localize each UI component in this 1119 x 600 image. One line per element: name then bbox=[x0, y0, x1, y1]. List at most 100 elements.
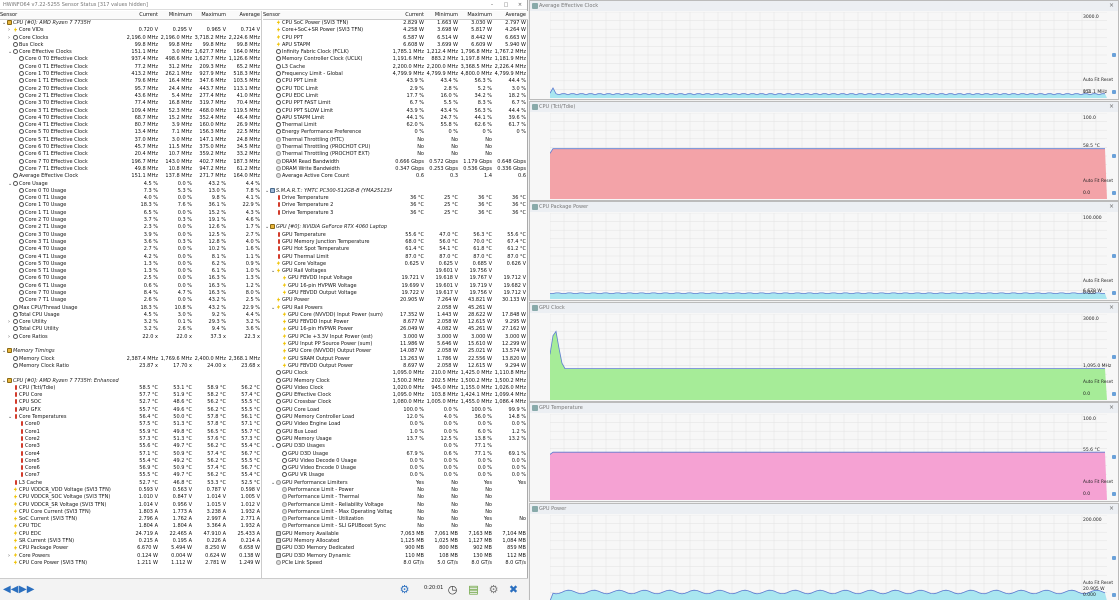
sensor-row[interactable]: Core 0 T0 Usage 7.3 % 5.3 % 13.0 % 7.8 % bbox=[0, 188, 261, 195]
sensor-row[interactable]: Core6 56.9 °C 50.9 °C 57.4 °C 56.7 °C bbox=[0, 465, 261, 472]
sensor-row[interactable]: CPU VDDCR_SOC Voltage (SVI3 TFN) 1.010 V0… bbox=[0, 494, 261, 501]
auto-fit-button[interactable]: Auto Fit bbox=[1083, 279, 1099, 284]
reset-button[interactable]: Reset bbox=[1101, 279, 1113, 284]
close-sensors-icon[interactable]: ✖ bbox=[506, 582, 521, 597]
sensor-row[interactable]: Core1 55.9 °C 49.8 °C 56.5 °C 55.7 °C bbox=[0, 429, 261, 436]
sensor-row[interactable]: GPU SRAM Output Power 13.263 W 1.786 W 22.5… bbox=[263, 356, 528, 363]
sensor-row[interactable]: CPU PPT 6.587 W 6.514 W 8.442 W 6.663 W bbox=[263, 35, 528, 42]
settings-icon[interactable]: ⚙ bbox=[486, 582, 501, 597]
sensor-group-row[interactable]: ⌄ GPU [#0]: NVIDIA GeForce RTX 4060 Lapto… bbox=[263, 224, 528, 231]
expanded-arrow-icon[interactable]: ⌄ bbox=[271, 305, 276, 312]
sensor-row[interactable]: Core 6 T0 Effective Clock 45.7 MHz 11.5 MH… bbox=[0, 144, 261, 151]
sensor-row[interactable]: GPU Core (NVVDD) Output Power 14.087 W 2.0… bbox=[263, 348, 528, 355]
sensor-row[interactable]: › Core Ratios 22.0 x 22.0 x 37.3 x 22.3 x bbox=[0, 334, 261, 341]
sensor-row[interactable]: Core0 57.5 °C 51.3 °C 57.8 °C 57.1 °C bbox=[0, 421, 261, 428]
sensor-row[interactable]: Core 1 T0 Usage 18.3 % 7.6 % 36.1 % 22.9 % bbox=[0, 202, 261, 209]
sensor-row[interactable]: Performance Limit - Thermal No No No bbox=[263, 494, 528, 501]
sensor-row[interactable]: Core 4 T1 Effective Clock 80.7 MHz 3.9 MHz… bbox=[0, 122, 261, 129]
sensor-row[interactable]: GPU FBVDD Output Voltage 19.722 V 19.617 V… bbox=[263, 290, 528, 297]
scroll-up-icon[interactable] bbox=[1112, 254, 1116, 258]
sensor-row[interactable]: Core 3 T0 Effective Clock 77.4 MHz 16.8 MH… bbox=[0, 100, 261, 107]
double-arrow-left-icon[interactable]: ◀◀ bbox=[3, 583, 18, 597]
sensor-row[interactable]: CPU Package Power 6.670 W 5.494 W 8.250 W 6.… bbox=[0, 545, 261, 552]
scroll-up-icon[interactable] bbox=[1112, 53, 1116, 57]
sensor-row[interactable]: Memory Clock 2,387.4 MHz 1,769.6 MHz 2,400.… bbox=[0, 356, 261, 363]
sensor-row[interactable]: ⌄ GPU Rail Powers 2.058 W 45.261 W bbox=[263, 305, 528, 312]
sensor-row[interactable]: Core+SoC+SR Power (SVI3 TFN) 4.258 W 3.698… bbox=[263, 27, 528, 34]
sensor-row[interactable]: Core 1 T1 Effective Clock 79.6 MHz 16.4 MH… bbox=[0, 78, 261, 85]
network-icon[interactable]: ⚙ bbox=[397, 582, 412, 597]
sensor-row[interactable]: Core 3 T0 Usage 3.9 % 0.0 % 12.5 % 2.7 % bbox=[0, 232, 261, 239]
auto-fit-button[interactable]: Auto Fit bbox=[1083, 380, 1099, 385]
sensor-row[interactable]: Memory Controller Clock (UCLK) 1,191.6 MH… bbox=[263, 56, 528, 63]
sensor-group-row[interactable]: ⌄ Memory Timings bbox=[0, 348, 261, 355]
sensor-row[interactable]: APU GFX 55.7 °C 49.6 °C 56.2 °C 55.5 °C bbox=[0, 407, 261, 414]
col-average[interactable]: Average bbox=[494, 11, 528, 19]
sensor-row[interactable]: GPU 16-pin HVPWR Power 26.049 W 4.082 W 45.… bbox=[263, 326, 528, 333]
sensor-row[interactable]: Core 4 T0 Usage 2.7 % 0.0 % 10.2 % 1.6 % bbox=[0, 246, 261, 253]
close-icon[interactable]: × bbox=[1109, 504, 1114, 514]
reset-button[interactable]: Reset bbox=[1101, 380, 1113, 385]
collapsed-arrow-icon[interactable]: › bbox=[8, 553, 13, 560]
sensor-group-row[interactable]: ⌄ CPU [#0]: AMD Ryzen 7 7735H: Enhanced bbox=[0, 378, 261, 385]
auto-fit-button[interactable]: Auto Fit bbox=[1083, 480, 1099, 485]
sensor-row[interactable]: GPU FBVDD Output Power 8.697 W 2.058 W 12.6… bbox=[263, 363, 528, 370]
sensor-row[interactable]: CPU VDDCR_SR Voltage (SVI3 TFN) 1.014 V 0.… bbox=[0, 502, 261, 509]
sensor-row[interactable]: ⌄ GPU Rail Voltages 19.601 V 19.756 V bbox=[263, 268, 528, 275]
sensor-row[interactable]: Core 4 T0 Effective Clock 68.7 MHz 15.2 MH… bbox=[0, 115, 261, 122]
sensor-row[interactable]: Frequency Limit - Global 4,799.9 MHz 4,799… bbox=[263, 71, 528, 78]
sensor-row[interactable]: GPU Input PP Source Power (sum) 11.986 W 5… bbox=[263, 341, 528, 348]
graph-gpu-temperature[interactable]: GPU Temperature × 100.0 55.6 °C 0.0 Auto Fit R… bbox=[529, 402, 1119, 502]
graph-cpu-tctl-tdie-[interactable]: CPU (Tctl/Tdie) × 100.0 58.5 °C 0.0 Auto Fit R… bbox=[529, 101, 1119, 201]
expanded-arrow-icon[interactable]: ⌄ bbox=[8, 414, 13, 421]
sensor-row[interactable]: Total CPU Usage 4.5 % 3.0 % 9.2 % 4.4 % bbox=[0, 312, 261, 319]
sensor-row[interactable]: › Core Utility 3.2 % 0.1 % 29.3 % 3.2 % bbox=[0, 319, 261, 326]
col-minimum[interactable]: Minimum bbox=[426, 11, 460, 19]
sensor-row[interactable]: CPU EDC 24.719 A 22.465 A 47.910 A 25.433 A bbox=[0, 531, 261, 538]
sensor-row[interactable]: Drive Temperature 2 36 °C 25 °C 36 °C 36 °C bbox=[263, 202, 528, 209]
close-icon[interactable]: × bbox=[1109, 202, 1114, 212]
sensor-row[interactable]: › Core Powers 0.124 W 0.004 W 0.624 W 0.138 W bbox=[0, 553, 261, 560]
sensor-row[interactable]: GPU Core Load 100.0 % 0.0 % 100.0 % 99.9 % bbox=[263, 407, 528, 414]
col-sensor[interactable]: Sensor bbox=[0, 11, 126, 19]
sensor-row[interactable]: Core 7 T0 Effective Clock 196.7 MHz 143.0 … bbox=[0, 159, 261, 166]
sensor-row[interactable]: CPU PPT SLOW Limit 43.9 % 43.4 % 56.3 % 44.4… bbox=[263, 108, 528, 115]
sensor-row[interactable]: CPU PPT Limit 43.9 % 43.4 % 56.3 % 44.4 % bbox=[263, 78, 528, 85]
maximize-icon[interactable]: □ bbox=[499, 2, 513, 8]
sensor-row[interactable]: Core 0 T1 Effective Clock 77.2 MHz 31.2 MH… bbox=[0, 64, 261, 71]
sensor-row[interactable]: SoC Current (SVI3 TFN) 2.796 A 1.762 A 2.99… bbox=[0, 516, 261, 523]
sensor-row[interactable]: GPU PCIe +3.3V Input Power (est) 3.000 W 3… bbox=[263, 334, 528, 341]
col-minimum[interactable]: Minimum bbox=[160, 11, 194, 19]
sensor-row[interactable]: CPU Core 57.7 °C 51.9 °C 58.2 °C 57.4 °C bbox=[0, 392, 261, 399]
clock-icon[interactable]: ◷ bbox=[445, 582, 460, 597]
col-current[interactable]: Current bbox=[392, 11, 426, 19]
scroll-down-icon[interactable] bbox=[1112, 291, 1116, 295]
sensor-row[interactable]: Performance Limit - SLI GPUBoost Sync No N… bbox=[263, 523, 528, 530]
sensor-row[interactable]: Core 2 T0 Usage 3.7 % 0.3 % 19.1 % 4.6 % bbox=[0, 217, 261, 224]
sensor-row[interactable]: GPU Bus Load 1.0 % 0.0 % 6.0 % 1.2 % bbox=[263, 429, 528, 436]
reset-button[interactable]: Reset bbox=[1101, 480, 1113, 485]
sensor-row[interactable]: GPU D3D Memory Dedicated 900 MB 800 MB 902 … bbox=[263, 545, 528, 552]
graph-gpu-clock[interactable]: GPU Clock × 3000.0 1,095.0 MHz 0.0 Auto Fit Re… bbox=[529, 302, 1119, 402]
sensor-row[interactable]: Performance Limit - Utilization No No Yes No bbox=[263, 516, 528, 523]
auto-fit-button[interactable]: Auto Fit bbox=[1083, 581, 1099, 586]
sensor-row[interactable]: APU STAPM 6.608 W 3.699 W 6.609 W 5.940 W bbox=[263, 42, 528, 49]
sensor-row[interactable]: CPU VDDCR_VDD Voltage (SVI3 TFN) 0.593 V0… bbox=[0, 487, 261, 494]
col-average[interactable]: Average bbox=[228, 11, 262, 19]
sensor-row[interactable]: DRAM Read Bandwidth 0.666 Gbps 0.572 Gbps 1… bbox=[263, 159, 528, 166]
sensor-row[interactable]: GPU Thermal Limit 87.0 °C 87.0 °C 87.0 °C 87… bbox=[263, 254, 528, 261]
auto-fit-button[interactable]: Auto Fit bbox=[1083, 78, 1099, 83]
scroll-down-icon[interactable] bbox=[1112, 90, 1116, 94]
sensor-row[interactable]: Drive Temperature 3 36 °C 25 °C 36 °C 36 °C bbox=[263, 210, 528, 217]
reset-button[interactable]: Reset bbox=[1101, 78, 1113, 83]
sensor-row[interactable]: Core3 55.6 °C 49.7 °C 56.2 °C 55.4 °C bbox=[0, 443, 261, 450]
close-icon[interactable]: × bbox=[1109, 1, 1114, 11]
sensor-row[interactable]: GPU Core (NVVDD) Input Power (sum) 17.352… bbox=[263, 312, 528, 319]
sensor-row[interactable]: Core 5 T0 Usage 1.3 % 0.0 % 6.2 % 0.9 % bbox=[0, 261, 261, 268]
sensor-row[interactable]: Memory Clock Ratio 23.87 x 17.70 x 24.00 x2… bbox=[0, 363, 261, 370]
sensor-row[interactable]: Core 3 T1 Effective Clock 109.4 MHz 52.3 M… bbox=[0, 108, 261, 115]
sensor-row[interactable]: Thermal Limit 62.0 % 55.8 % 62.6 % 61.7 % bbox=[263, 122, 528, 129]
sensor-row[interactable]: Core 1 T0 Effective Clock 413.2 MHz 262.1 … bbox=[0, 71, 261, 78]
sensor-row[interactable]: › Core VIDs 0.720 V 0.295 V 0.965 V 0.714 V bbox=[0, 27, 261, 34]
scroll-down-icon[interactable] bbox=[1112, 492, 1116, 496]
